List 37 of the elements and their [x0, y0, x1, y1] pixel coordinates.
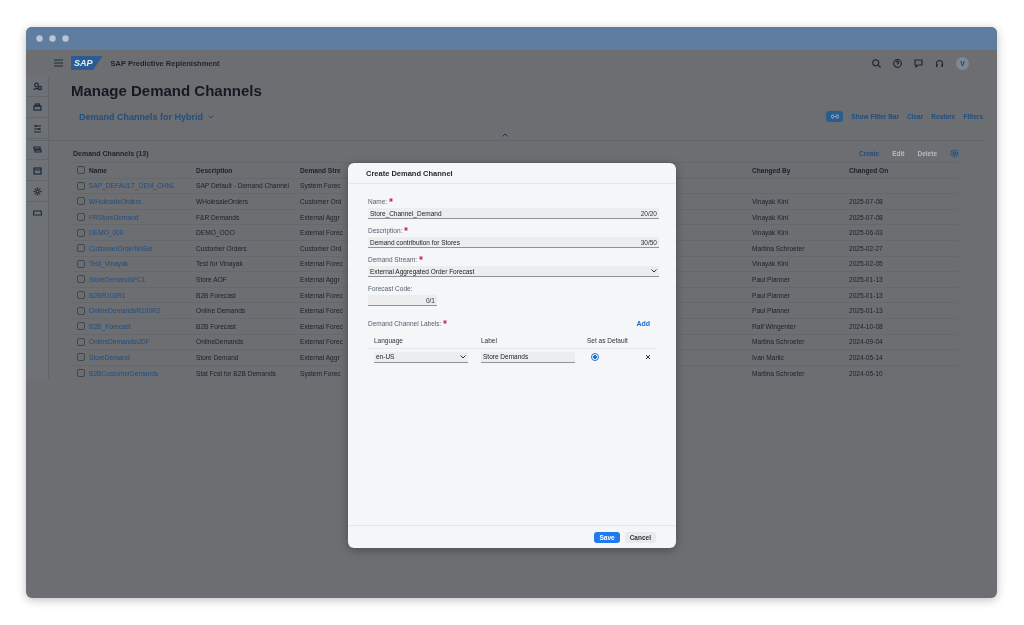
stack-icon[interactable] [32, 144, 42, 154]
row-checkbox[interactable] [77, 337, 85, 346]
row-checkbox[interactable] [77, 369, 85, 377]
row-checkbox[interactable] [77, 275, 85, 284]
row-checkbox[interactable] [77, 181, 85, 190]
headset-icon[interactable] [935, 58, 944, 68]
people-icon[interactable] [32, 81, 42, 91]
row-checkbox[interactable] [77, 306, 85, 315]
row-checkbox[interactable] [77, 353, 85, 362]
filter-toggle-button[interactable] [826, 111, 844, 122]
variant-selector[interactable]: Demand Channels for Hybrid [79, 111, 215, 122]
calendar-icon[interactable] [32, 165, 42, 175]
row-checkbox[interactable] [77, 244, 85, 253]
settings-icon[interactable] [950, 148, 959, 158]
sliders-icon[interactable] [32, 123, 42, 133]
help-icon[interactable] [893, 58, 902, 68]
chevron-down-icon [208, 114, 215, 119]
close-icon[interactable] [645, 353, 651, 360]
menu-icon[interactable] [54, 59, 63, 67]
row-checkbox[interactable] [77, 197, 85, 206]
row-checkbox[interactable] [77, 259, 85, 268]
chevron-up-icon[interactable] [502, 133, 508, 137]
gear-icon[interactable] [32, 186, 42, 196]
printer-icon[interactable] [32, 102, 42, 112]
default-radio[interactable] [591, 352, 599, 361]
page-title: Manage Demand Channels [70, 81, 263, 99]
search-icon[interactable] [872, 58, 881, 68]
row-checkbox[interactable] [77, 291, 85, 300]
row-checkbox[interactable] [77, 213, 85, 222]
select-all-checkbox[interactable] [77, 166, 85, 175]
logo[interactable]: SAP [71, 56, 103, 70]
row-checkbox[interactable] [77, 228, 85, 237]
link-icon [830, 114, 839, 119]
row-checkbox[interactable] [77, 322, 85, 331]
chevron-down-icon [651, 269, 657, 273]
chevron-down-icon [460, 354, 466, 359]
chat-icon[interactable] [914, 58, 923, 68]
